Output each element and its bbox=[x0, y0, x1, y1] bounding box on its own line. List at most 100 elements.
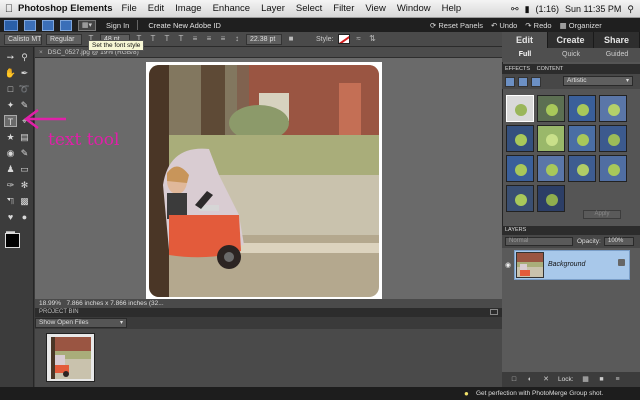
lock-all-icon[interactable]: ■ bbox=[598, 376, 606, 384]
apply-button[interactable]: Apply bbox=[583, 210, 621, 219]
effect-thumbnail[interactable] bbox=[506, 185, 534, 212]
apple-menu-icon[interactable]:  bbox=[0, 3, 18, 15]
panel-menu-icon[interactable]: ≡ bbox=[614, 376, 622, 384]
arrange-documents-icon[interactable]: ▦▾ bbox=[78, 19, 96, 31]
adjustment-layer-icon[interactable]: ◐ bbox=[526, 376, 534, 384]
red-eye-tool-icon[interactable]: ◉ bbox=[4, 147, 17, 159]
leading-field[interactable]: 22.38 pt bbox=[246, 33, 282, 45]
warp-text-icon[interactable]: ≈ bbox=[354, 34, 364, 44]
underline-icon[interactable]: T bbox=[162, 34, 172, 44]
marquee-tool-icon[interactable]: □ bbox=[4, 83, 17, 95]
menu-image[interactable]: Image bbox=[175, 3, 201, 14]
new-layer-icon[interactable]: □ bbox=[510, 376, 518, 384]
hand-tool-icon[interactable]: ✋ bbox=[4, 67, 17, 79]
menu-edit[interactable]: Edit bbox=[148, 3, 164, 14]
straighten-tool-icon[interactable]: ▤ bbox=[18, 131, 31, 143]
tab-full[interactable]: Full bbox=[502, 48, 548, 62]
align-center-icon[interactable]: ≡ bbox=[204, 34, 214, 44]
project-bin-thumbnail[interactable] bbox=[46, 333, 95, 382]
menu-filter[interactable]: Filter bbox=[333, 3, 354, 14]
zoom-level[interactable]: 18.99% bbox=[39, 300, 61, 307]
effect-thumbnail[interactable] bbox=[506, 95, 534, 122]
strikethrough-icon[interactable]: T bbox=[176, 34, 186, 44]
delete-layer-icon[interactable]: ✕ bbox=[542, 376, 550, 384]
effects-title[interactable]: EFFECTS bbox=[505, 66, 530, 72]
magic-wand-tool-icon[interactable]: ✦ bbox=[4, 99, 17, 111]
close-document-icon[interactable]: × bbox=[39, 47, 43, 58]
effects-category-select[interactable]: Artistic ▾ bbox=[563, 76, 633, 86]
menu-select[interactable]: Select bbox=[296, 3, 322, 14]
effect-thumbnail[interactable] bbox=[537, 95, 565, 122]
reset-panels-button[interactable]: ⟳ Reset Panels bbox=[430, 21, 483, 30]
spot-healing-tool-icon[interactable]: ✎ bbox=[18, 147, 31, 159]
menu-enhance[interactable]: Enhance bbox=[213, 3, 251, 14]
launch-bridge-icon[interactable] bbox=[24, 19, 36, 31]
lasso-tool-icon[interactable]: ➰ bbox=[18, 83, 31, 95]
tab-edit[interactable]: Edit bbox=[502, 32, 548, 48]
effect-thumbnail[interactable] bbox=[537, 125, 565, 152]
effect-thumbnail[interactable] bbox=[506, 125, 534, 152]
font-family-select[interactable]: Calisto MT bbox=[4, 33, 42, 45]
menu-view[interactable]: View bbox=[365, 3, 385, 14]
tab-share[interactable]: Share bbox=[594, 32, 640, 48]
foreground-color-swatch[interactable] bbox=[5, 233, 20, 248]
zoom-tool-icon[interactable]: ⚲ bbox=[18, 51, 31, 63]
brush-tool-icon[interactable]: ✑ bbox=[4, 179, 17, 191]
style-swatch-none-icon[interactable] bbox=[337, 34, 350, 44]
help-icon[interactable] bbox=[60, 19, 72, 31]
font-style-select[interactable]: Regular bbox=[46, 33, 82, 45]
wifi-icon[interactable]: ⚯ bbox=[511, 4, 519, 15]
layer-name[interactable]: Background bbox=[548, 261, 585, 268]
text-orientation-icon[interactable]: ⇅ bbox=[368, 34, 378, 44]
opacity-field[interactable]: 100% bbox=[604, 237, 634, 246]
lock-transparent-icon[interactable]: ▦ bbox=[582, 376, 590, 384]
custom-shape-tool-icon[interactable]: ♥ bbox=[4, 211, 17, 223]
menu-window[interactable]: Window bbox=[397, 3, 431, 14]
layer-styles-icon[interactable] bbox=[518, 76, 528, 87]
color-swatches[interactable] bbox=[5, 233, 29, 257]
undo-button[interactable]: ↶ Undo bbox=[491, 21, 517, 30]
smart-brush-tool-icon[interactable]: ✻ bbox=[18, 179, 31, 191]
tab-quick[interactable]: Quick bbox=[548, 48, 594, 62]
organizer-button[interactable]: ▦ Organizer bbox=[560, 21, 602, 30]
sign-in-link[interactable]: Sign In bbox=[106, 21, 129, 30]
battery-icon[interactable]: ▮ bbox=[525, 4, 530, 15]
app-menu[interactable]: Photoshop Elements bbox=[18, 3, 112, 14]
italic-icon[interactable]: T bbox=[148, 34, 158, 44]
effect-thumbnail[interactable] bbox=[537, 185, 565, 212]
align-right-icon[interactable]: ≡ bbox=[218, 34, 228, 44]
eraser-tool-icon[interactable]: ▭ bbox=[18, 163, 31, 175]
cookie-cutter-tool-icon[interactable]: ★ bbox=[4, 131, 17, 143]
move-tool-icon[interactable]: ➙ bbox=[4, 51, 17, 63]
blur-tool-icon[interactable]: ● bbox=[18, 211, 31, 223]
project-bin-select[interactable]: Show Open Files ▾ bbox=[35, 318, 127, 328]
effect-thumbnail[interactable] bbox=[506, 155, 534, 182]
effect-thumbnail[interactable] bbox=[599, 95, 627, 122]
layer-visibility-eye-icon[interactable]: ◉ bbox=[505, 261, 511, 269]
create-adobe-id-link[interactable]: Create New Adobe ID bbox=[148, 21, 221, 30]
effect-thumbnail[interactable] bbox=[599, 125, 627, 152]
blend-mode-select[interactable]: Normal bbox=[505, 237, 573, 246]
redo-button[interactable]: ↷ Redo bbox=[525, 21, 551, 30]
save-icon[interactable] bbox=[42, 19, 54, 31]
clone-stamp-tool-icon[interactable]: ♟ bbox=[4, 163, 17, 175]
menu-layer[interactable]: Layer bbox=[261, 3, 285, 14]
spotlight-icon[interactable]: ⚲ bbox=[627, 4, 634, 15]
text-tool-icon[interactable]: T bbox=[4, 115, 17, 127]
effect-thumbnail[interactable] bbox=[599, 155, 627, 182]
effect-thumbnail[interactable] bbox=[537, 155, 565, 182]
menu-help[interactable]: Help bbox=[442, 3, 462, 14]
clock[interactable]: Sun 11:35 PM bbox=[565, 4, 621, 14]
effect-thumbnail[interactable] bbox=[568, 125, 596, 152]
paint-bucket-tool-icon[interactable]: ⛠ bbox=[4, 195, 17, 207]
filters-icon[interactable] bbox=[505, 76, 515, 87]
content-title[interactable]: CONTENT bbox=[537, 66, 564, 72]
align-left-icon[interactable]: ≡ bbox=[190, 34, 200, 44]
canvas-image[interactable] bbox=[146, 62, 382, 300]
gradient-tool-icon[interactable]: ▩ bbox=[18, 195, 31, 207]
effect-thumbnail[interactable] bbox=[568, 95, 596, 122]
menu-file[interactable]: File bbox=[121, 3, 136, 14]
tab-guided[interactable]: Guided bbox=[594, 48, 640, 62]
tip-text[interactable]: Get perfection with PhotoMerge Group sho… bbox=[476, 387, 603, 400]
tab-create[interactable]: Create bbox=[548, 32, 594, 48]
